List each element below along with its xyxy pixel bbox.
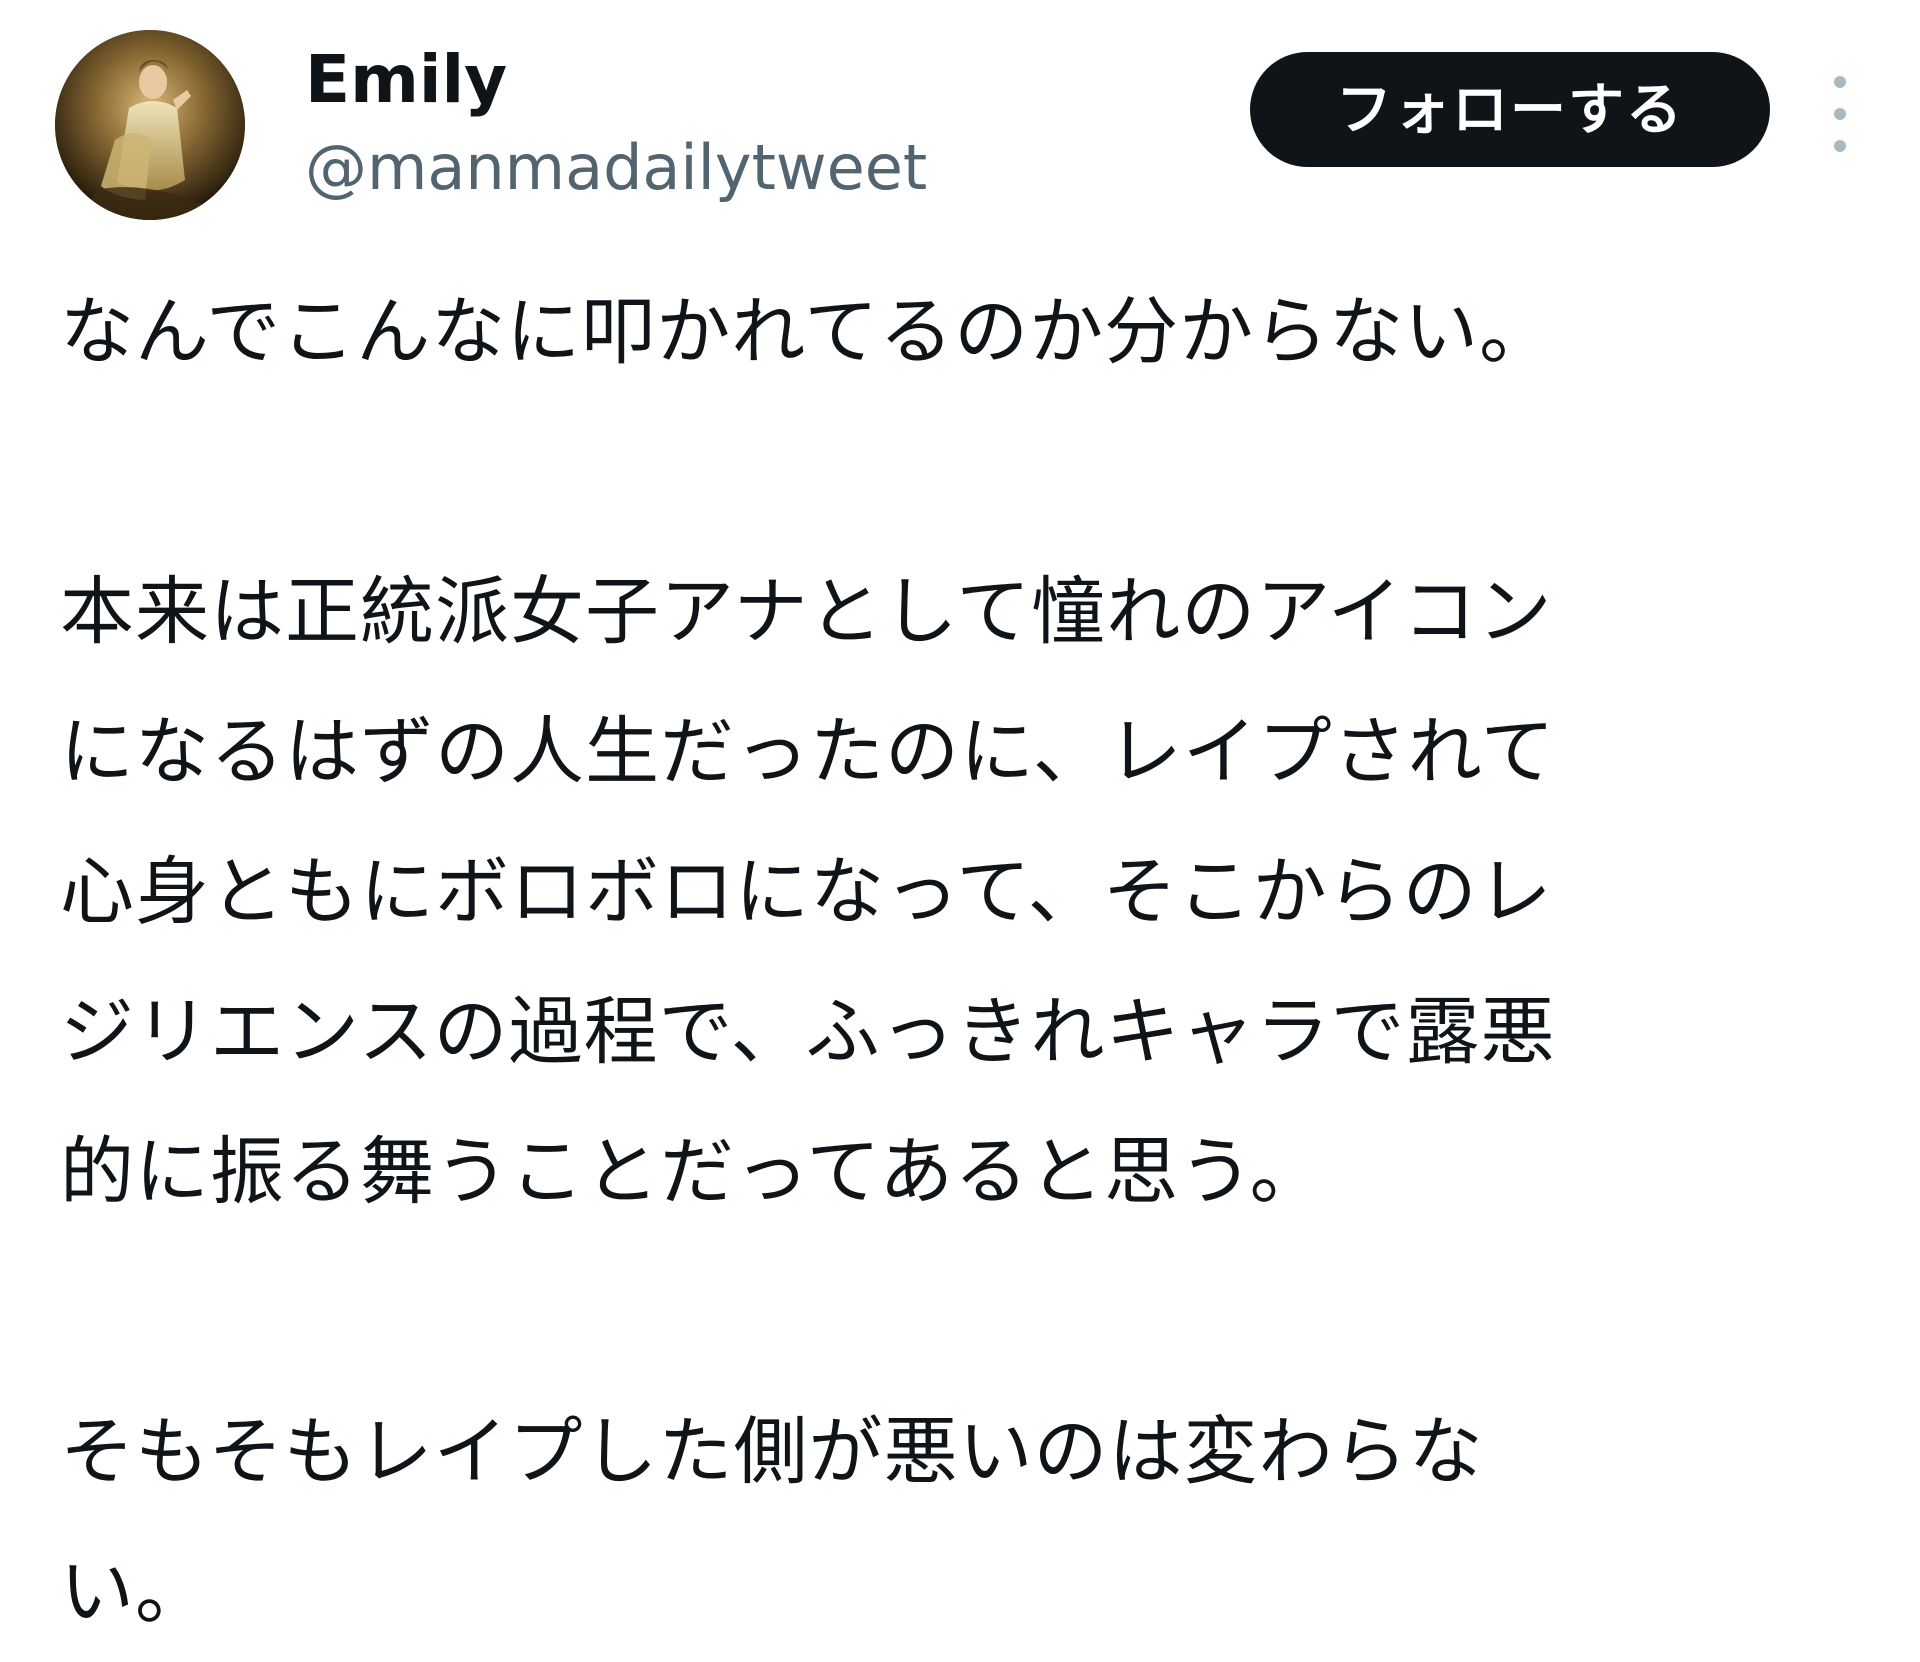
tweet-text: なんでこんなに叩かれてるのか分からない。 本来は正統派女子アナとして憧れのアイコ…	[60, 262, 1870, 1662]
more-vertical-icon[interactable]	[1820, 70, 1860, 160]
author-handle[interactable]: @manmadailytweet	[305, 128, 927, 208]
tweet-text-line: そもそもレイプした側が悪いのは変わらな	[60, 1409, 1484, 1495]
tweet-text-line: なんでこんなに叩かれてるのか分からない。	[60, 289, 1555, 375]
tweet-text-line: 心身ともにボロボロになって、そこからのレ	[60, 849, 1553, 935]
author-display-name[interactable]: Emily	[305, 40, 927, 120]
tweet-card: Emily @manmadailytweet フォローする なんでこんなに叩かれ…	[0, 0, 1920, 1635]
tweet-text-line: い。	[60, 1549, 210, 1635]
tweet-text-line: 的に振る舞うことだってあると思う。	[60, 1129, 1325, 1215]
avatar[interactable]	[55, 30, 245, 220]
tweet-header: Emily @manmadailytweet フォローする	[55, 30, 1865, 220]
tweet-text-line: になるはずの人生だったのに、レイプされて	[60, 709, 1556, 795]
author-names: Emily @manmadailytweet	[305, 40, 927, 208]
follow-button[interactable]: フォローする	[1250, 52, 1770, 167]
avatar-image	[55, 30, 245, 220]
tweet-text-line: ジリエンスの過程で、ふっきれキャラで露悪	[60, 989, 1556, 1075]
tweet-text-line: 本来は正統派女子アナとして憧れのアイコン	[60, 569, 1553, 655]
